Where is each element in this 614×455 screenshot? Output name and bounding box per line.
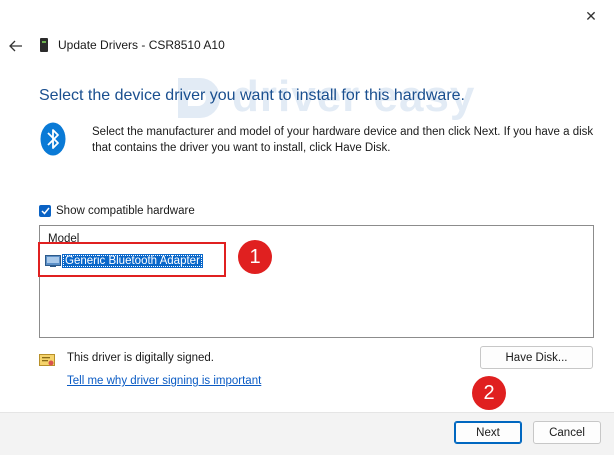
next-button[interactable]: Next (454, 421, 522, 444)
driver-signing-link[interactable]: Tell me why driver signing is important (67, 375, 261, 387)
device-icon (40, 38, 48, 52)
certificate-icon (39, 354, 55, 366)
instructions-text: Select the manufacturer and model of you… (92, 126, 594, 154)
cancel-button[interactable]: Cancel (533, 421, 601, 444)
list-item[interactable]: Generic Bluetooth Adapter (45, 252, 203, 270)
generic-bluetooth-adapter-item[interactable]: Generic Bluetooth Adapter (62, 254, 203, 268)
step-badge-1: 1 (238, 240, 272, 274)
signed-status-text: This driver is digitally signed. (67, 352, 215, 364)
show-compatible-label: Show compatible hardware (56, 205, 195, 217)
close-button[interactable]: ✕ (568, 0, 614, 32)
network-adapter-icon (45, 255, 61, 267)
have-disk-button[interactable]: Have Disk... (480, 346, 593, 369)
close-icon: ✕ (585, 7, 597, 24)
show-compatible-checkbox[interactable]: Show compatible hardware (39, 205, 195, 217)
step-badge-2: 2 (472, 376, 506, 410)
checkbox-checked-icon[interactable] (39, 205, 51, 217)
back-button[interactable] (6, 36, 26, 56)
page-heading: Select the device driver you want to ins… (39, 87, 465, 104)
model-list[interactable]: Model Generic Bluetooth Adapter (39, 225, 594, 338)
back-arrow-icon (9, 40, 22, 52)
model-column-header: Model (48, 233, 80, 245)
bluetooth-icon (40, 122, 66, 156)
window-title: Update Drivers - CSR8510 A10 (58, 38, 225, 52)
